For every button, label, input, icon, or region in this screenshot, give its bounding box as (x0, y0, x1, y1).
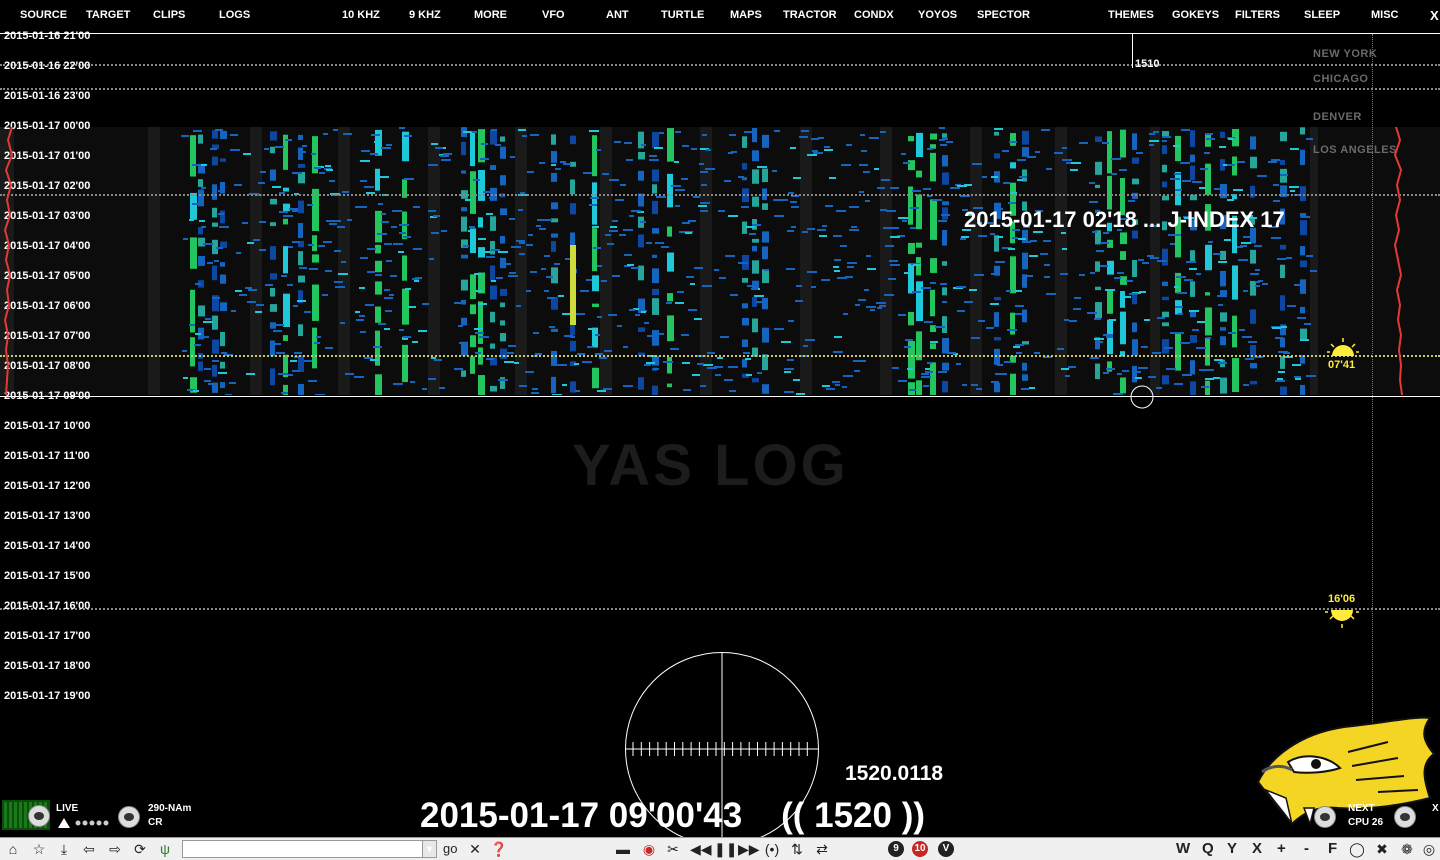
close-x-small[interactable]: X (1432, 803, 1439, 814)
sync-icon[interactable]: ⇄ (813, 840, 831, 858)
live-progress-dots (58, 818, 109, 828)
toolbar-y[interactable]: Y (1227, 840, 1237, 857)
toolbar-plus[interactable]: + (1277, 840, 1286, 857)
address-input[interactable] (182, 840, 424, 858)
live-label: LIVE (56, 803, 79, 814)
paw-icon[interactable] (1394, 806, 1416, 828)
sort-icon[interactable]: ⇅ (788, 840, 806, 858)
home-icon[interactable]: ⌂ (4, 840, 22, 858)
badge-10[interactable]: 10 (912, 841, 928, 857)
toolbar-minus[interactable]: - (1304, 840, 1309, 857)
mode-label: CR (148, 817, 163, 828)
back-arrow-icon[interactable]: ⇦ (80, 840, 98, 858)
toolbar-w[interactable]: W (1176, 840, 1190, 857)
paw-icon[interactable] (118, 806, 140, 828)
toolbar-x[interactable]: X (1252, 840, 1262, 857)
antenna-icon[interactable]: ψ (156, 840, 174, 858)
pause-icon[interactable]: ❚❚ (714, 840, 737, 858)
go-button[interactable]: go (443, 841, 457, 856)
paw-toolbar-icon[interactable]: ❁ (1398, 840, 1416, 858)
cursor-ring (1130, 385, 1154, 409)
sunrise-icon (1327, 338, 1359, 356)
paw-icon[interactable] (1314, 806, 1336, 828)
cpu-label: CPU 26 (1348, 817, 1384, 828)
sunrise-time: 07'41 (1328, 359, 1356, 371)
download-icon[interactable]: ⤓ (55, 840, 73, 858)
help-icon[interactable]: ❓ (490, 840, 508, 858)
watermark-text: YAS LOG (572, 433, 849, 498)
toolbar-q[interactable]: Q (1202, 840, 1214, 857)
paw-icon[interactable] (28, 805, 50, 827)
j-index-label: 2015-01-17 02'18 ... J-INDEX 17 (964, 207, 1285, 232)
stop-icon[interactable]: ✕ (466, 840, 484, 858)
settings-icon[interactable]: ◎ (1420, 840, 1438, 858)
star-icon[interactable]: ☆ (30, 840, 48, 858)
sunset-icon (1325, 610, 1359, 628)
forward-arrow-icon[interactable]: ⇨ (106, 840, 124, 858)
rewind-icon[interactable]: ◀◀ (690, 840, 712, 858)
folder-icon[interactable]: ▬ (614, 840, 632, 858)
badge-9[interactable]: 9 (888, 841, 904, 857)
clock-display: 2015-01-17 09'00'43 (( 1520 )) (420, 796, 926, 835)
station-label: 290-NAm (148, 803, 192, 814)
trace-left (3, 126, 14, 396)
scissors-icon[interactable]: ✂ (664, 840, 682, 858)
next-button[interactable]: NEXT (1348, 803, 1375, 814)
broadcast-icon[interactable]: (•) (763, 840, 781, 858)
tools-icon[interactable]: ✖ (1373, 840, 1391, 858)
toolbar-f[interactable]: F (1328, 840, 1337, 857)
bottom-toolbar: ⌂ ☆ ⤓ ⇦ ⇨ ⟳ ψ ▼ go ✕ ❓ ▬ ◉ ✂ ◀◀ ❚❚ ▶▶ (•… (0, 837, 1440, 860)
live-meter (2, 800, 50, 830)
circle-icon[interactable]: ◯ (1348, 840, 1366, 858)
badge-v[interactable]: V (938, 841, 954, 857)
record-icon[interactable]: ◉ (640, 840, 658, 858)
trace-right (1393, 126, 1403, 396)
fast-forward-icon[interactable]: ▶▶ (738, 840, 760, 858)
frequency-readout: 1520.0118 (845, 762, 944, 785)
address-dropdown[interactable]: ▼ (422, 840, 437, 858)
refresh-icon[interactable]: ⟳ (131, 840, 149, 858)
